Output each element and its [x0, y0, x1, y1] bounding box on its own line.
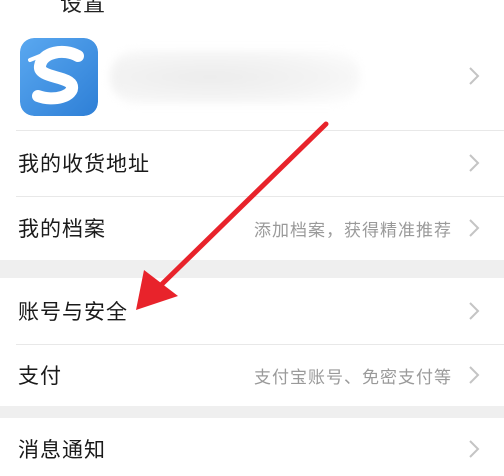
chevron-right-icon — [469, 366, 480, 384]
profile-archive-label: 我的档案 — [18, 217, 106, 241]
page-title: 设置 — [60, 0, 107, 17]
profile-row[interactable] — [0, 22, 504, 130]
chevron-right-icon — [469, 67, 480, 85]
settings-group-account: 我的收货地址 我的档案 添加档案，获得精准推荐 — [0, 22, 504, 260]
account-security-row[interactable]: 账号与安全 — [0, 278, 504, 344]
account-security-label: 账号与安全 — [18, 300, 128, 324]
settings-group-security: 账号与安全 支付 支付宝账号、免密支付等 — [0, 278, 504, 406]
address-row[interactable]: 我的收货地址 — [0, 130, 504, 196]
profile-archive-hint: 添加档案，获得精准推荐 — [254, 220, 452, 241]
address-label: 我的收货地址 — [18, 152, 150, 176]
settings-screen: 设置 我的收货地址 我的档案 添加档案，获得精准推荐 账号与安全 支付 支付宝账… — [0, 0, 504, 476]
chevron-right-icon — [469, 154, 480, 172]
notifications-label: 消息通知 — [18, 438, 106, 462]
payment-row[interactable]: 支付 支付宝账号、免密支付等 — [0, 344, 504, 406]
payment-hint: 支付宝账号、免密支付等 — [254, 367, 452, 388]
chevron-right-icon — [469, 219, 480, 237]
settings-group-notifications: 消息通知 — [0, 418, 504, 476]
chevron-right-icon — [469, 440, 480, 458]
header: 设置 — [0, 0, 504, 22]
profile-archive-row[interactable]: 我的档案 添加档案，获得精准推荐 — [0, 196, 504, 260]
sogou-s-logo-icon — [20, 38, 98, 116]
username-blurred — [110, 50, 360, 104]
chevron-right-icon — [469, 302, 480, 320]
payment-label: 支付 — [18, 364, 62, 388]
notifications-row[interactable]: 消息通知 — [0, 418, 504, 476]
